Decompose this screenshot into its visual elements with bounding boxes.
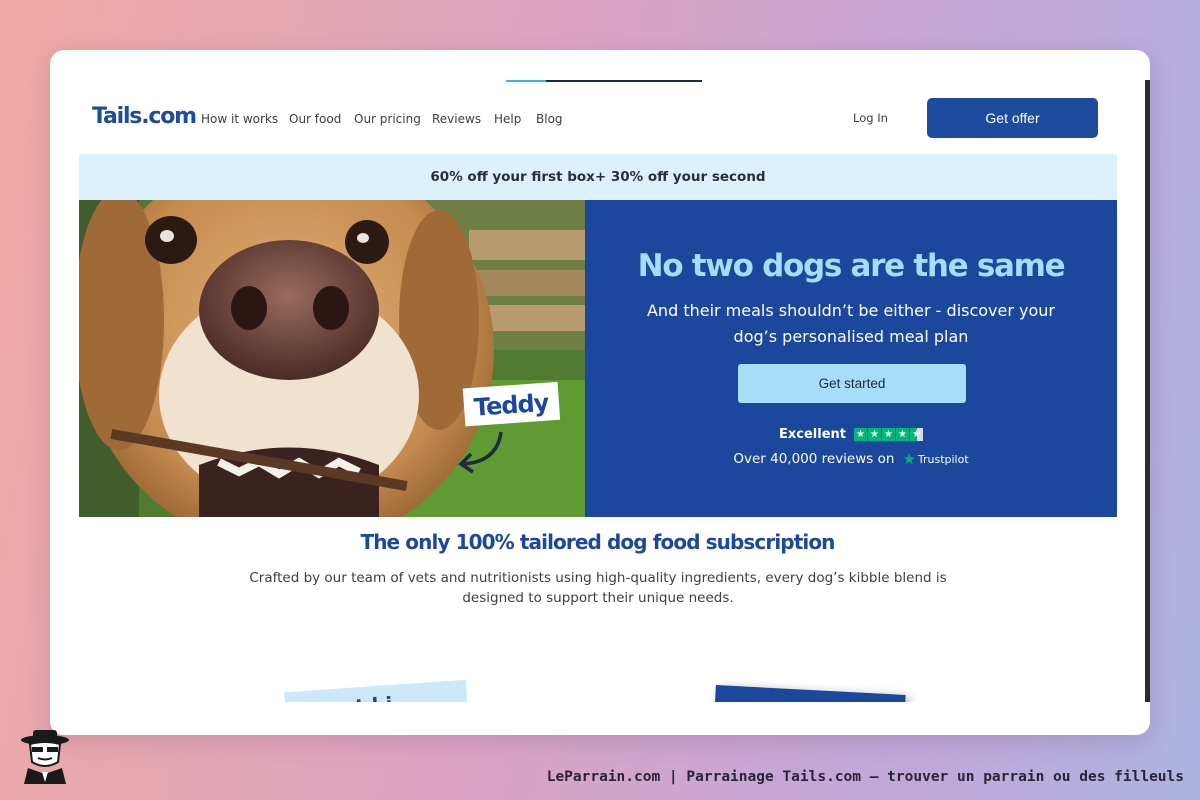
hero-subtitle: And their meals shouldn’t be either - di… [646,301,1056,346]
login-link[interactable]: Log In [853,111,888,125]
reviews-text: Over 40,000 reviews on [733,451,895,467]
reviews-count-row[interactable]: Over 40,000 reviews on ★ Trustpilot [585,450,1117,468]
leparrain-mascot-icon [21,730,69,784]
trustpilot-rating[interactable]: Excellent ★ ★ ★ ★ ★ [585,427,1117,442]
star-icon: ★ [854,428,867,441]
nav-help[interactable]: Help [494,112,521,126]
trustpilot-logo: ★ Trustpilot [902,450,968,468]
hero-dog-photo: Teddy [79,200,585,517]
nav-reviews[interactable]: Reviews [432,112,481,126]
nav-our-food[interactable]: Our food [289,112,341,126]
loading-progress-bar [506,80,702,82]
rating-stars: ★ ★ ★ ★ ★ [854,428,923,441]
star-icon: ★ [882,428,895,441]
scrollbar[interactable] [1145,80,1150,705]
star-icon: ★ [868,428,881,441]
star-icon: ★ [896,428,909,441]
section-description: Crafted by our team of vets and nutritio… [249,570,947,606]
trustpilot-star-icon: ★ [902,450,916,468]
promo-text: 60% off your first box+ 30% off your sec… [430,169,766,185]
nav-how-it-works[interactable]: How it works [201,112,278,126]
get-offer-button[interactable]: Get offer [927,98,1098,138]
get-started-button[interactable]: Get started [738,364,966,403]
card-bottom [50,702,1150,735]
footer-credit: LeParrain.com | Parrainage Tails.com — t… [546,769,1184,785]
hero-title: No two dogs are the same [637,248,1066,284]
browser-card: Tails.com How it works Our food Our pric… [50,50,1150,735]
promo-banner: 60% off your first box+ 30% off your sec… [79,154,1117,200]
top-navigation: Tails.com How it works Our food Our pric… [50,90,1145,154]
nav-blog[interactable]: Blog [536,112,563,126]
loading-progress-fill [506,80,546,82]
rating-label: Excellent [779,427,846,442]
hero-panel: No two dogs are the same And their meals… [585,200,1117,517]
teddy-tag: Teddy [473,389,551,422]
nav-our-pricing[interactable]: Our pricing [354,112,421,126]
tails-logo[interactable]: Tails.com [92,104,197,129]
section-title: The only 100% tailored dog food subscrip… [360,530,835,554]
trustpilot-wordmark: Trustpilot [917,452,969,466]
half-star-icon: ★ [910,428,923,441]
dog-illustration: Teddy [79,200,585,517]
